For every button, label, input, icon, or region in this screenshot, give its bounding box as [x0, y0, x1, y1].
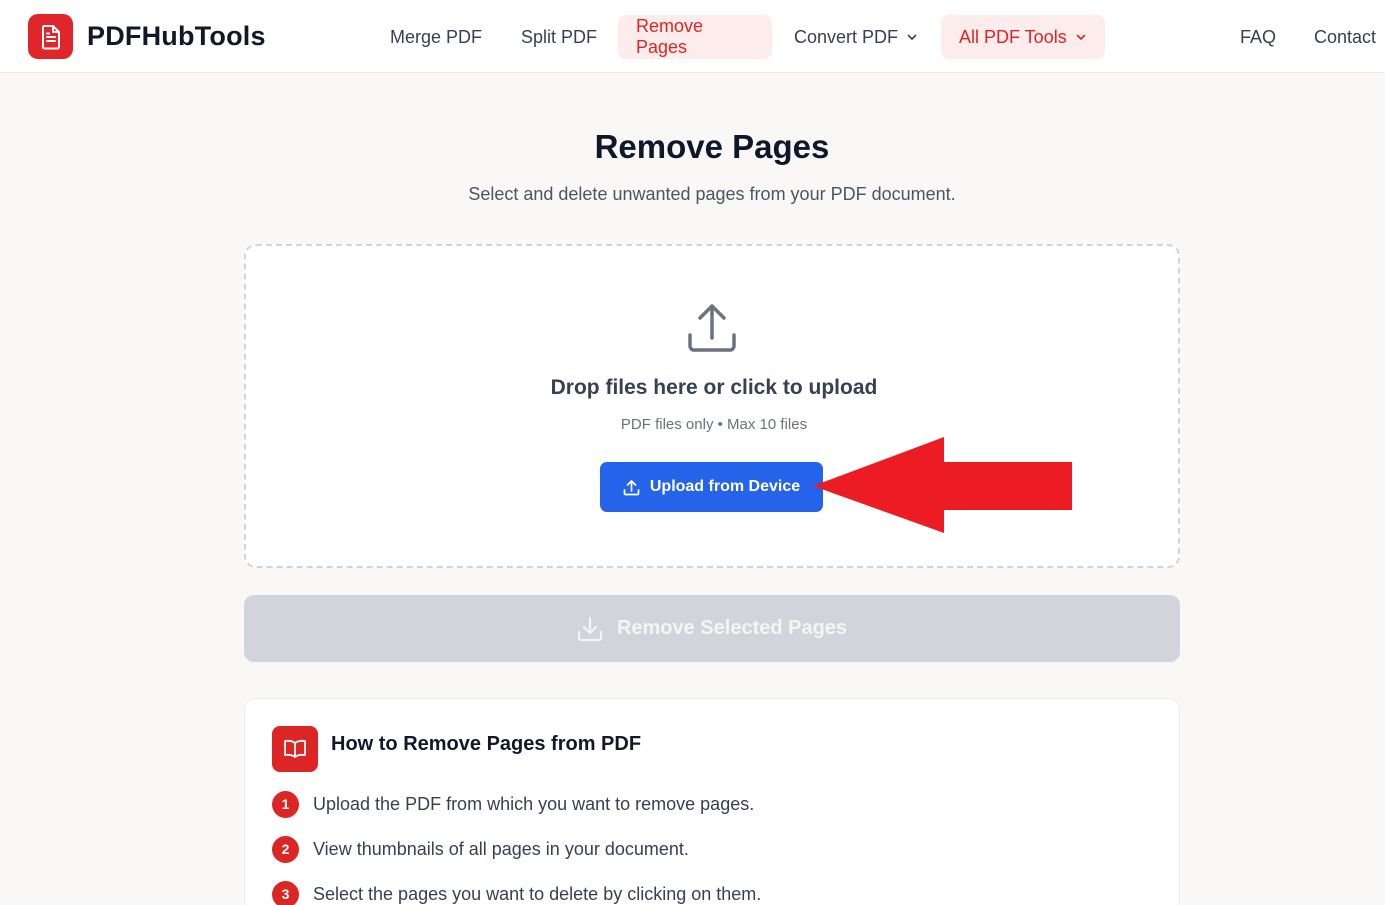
chevron-down-icon — [907, 34, 917, 40]
page-title: Remove Pages — [594, 128, 830, 165]
nav-label: All PDF Tools — [959, 26, 1067, 47]
step-number: 2 — [272, 835, 299, 863]
logo-badge[interactable] — [28, 14, 73, 59]
step-number: 3 — [272, 880, 299, 905]
howto-badge — [272, 726, 318, 772]
remove-selected-pages-button[interactable]: Remove Selected Pages — [244, 595, 1180, 662]
nav-remove-pages[interactable]: Remove Pages — [618, 15, 772, 59]
brand-name[interactable]: PDFHubTools — [87, 21, 266, 52]
nav-label: Contact — [1314, 26, 1377, 47]
upload-button-label: Upload from Device — [649, 478, 801, 495]
howto-step: 3 Select the pages you want to delete by… — [272, 880, 761, 905]
upload-icon — [623, 479, 640, 495]
howto-step: 2 View thumbnails of all pages in your d… — [272, 835, 689, 863]
nav-split-pdf[interactable]: Split PDF — [503, 15, 615, 59]
document-icon — [41, 24, 60, 49]
nav-label: Split PDF — [521, 26, 598, 47]
dropzone-title: Drop files here or click to upload — [550, 376, 878, 399]
step-text: View thumbnails of all pages in your doc… — [313, 838, 689, 859]
nav-label: Convert PDF — [794, 26, 899, 47]
nav-all-pdf-tools[interactable]: All PDF Tools — [941, 15, 1105, 59]
nav-merge-pdf[interactable]: Merge PDF — [372, 15, 500, 59]
nav-label: FAQ — [1240, 26, 1277, 47]
nav-label: Merge PDF — [390, 26, 483, 47]
book-icon — [284, 739, 306, 758]
step-text: Select the pages you want to delete by c… — [313, 883, 762, 904]
nav-convert-pdf[interactable]: Convert PDF — [776, 15, 936, 59]
remove-button-label: Remove Selected Pages — [616, 617, 848, 639]
nav-faq[interactable]: FAQ — [1222, 15, 1294, 59]
howto-title: How to Remove Pages from PDF — [331, 733, 642, 755]
howto-card: How to Remove Pages from PDF 1 Upload th… — [244, 698, 1180, 905]
chevron-down-icon — [1076, 34, 1086, 40]
nav-contact[interactable]: Contact — [1296, 15, 1376, 59]
page-subtitle: Select and delete unwanted pages from yo… — [468, 184, 956, 204]
howto-step: 1 Upload the PDF from which you want to … — [272, 790, 754, 818]
step-text: Upload the PDF from which you want to re… — [313, 793, 755, 814]
nav-label: Remove Pages — [636, 16, 704, 57]
annotation-arrow-icon — [813, 437, 1072, 533]
upload-icon — [688, 304, 736, 352]
top-navbar: PDFHubTools Merge PDF Split PDF Remove P… — [0, 0, 1385, 73]
dropzone-note: PDF files only • Max 10 files — [620, 416, 808, 433]
upload-from-device-button[interactable]: Upload from Device — [600, 462, 823, 512]
download-icon — [577, 616, 603, 641]
step-number: 1 — [272, 790, 299, 818]
